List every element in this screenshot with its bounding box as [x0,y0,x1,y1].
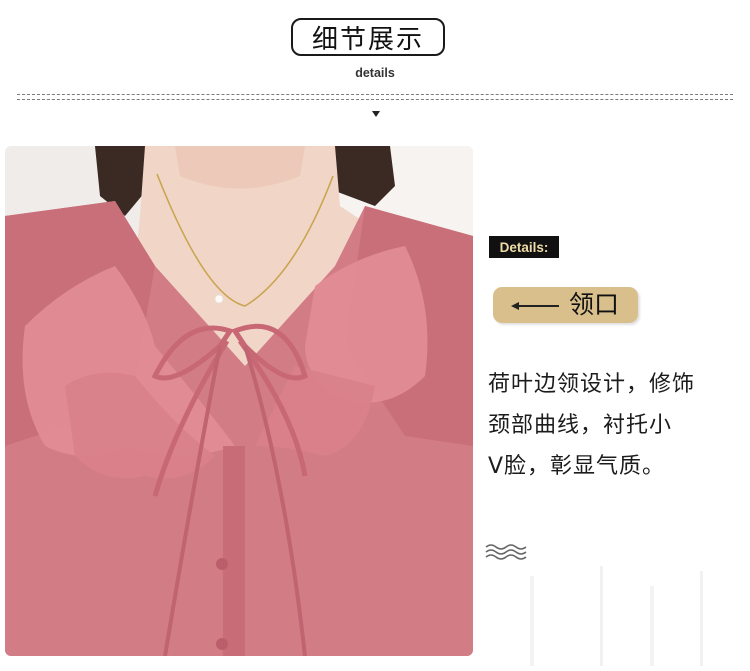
details-tag: Details: [489,236,559,258]
description-line: 颈部曲线，衬托小 [488,413,673,438]
description-line: V脸，彰显气质。 [488,454,666,479]
neckline-label: 领口 [493,287,638,323]
description-line: 荷叶边领设计，修饰 [488,372,696,397]
left-arrow-icon [511,302,559,310]
feature-description: 荷叶边领设计，修饰 颈部曲线，衬托小 V脸，彰显气质。 [488,364,738,487]
section-title: 细节展示 [311,24,424,55]
section-subtitle: details [355,66,395,80]
neckline-label-text: 领口 [569,290,620,319]
down-caret-icon [372,111,380,117]
wave-lines-icon [485,544,527,560]
product-detail-photo [5,146,473,656]
section-title-box: 细节展示 [291,18,445,56]
decorative-streaks [530,566,703,666]
dashed-divider [17,94,733,100]
